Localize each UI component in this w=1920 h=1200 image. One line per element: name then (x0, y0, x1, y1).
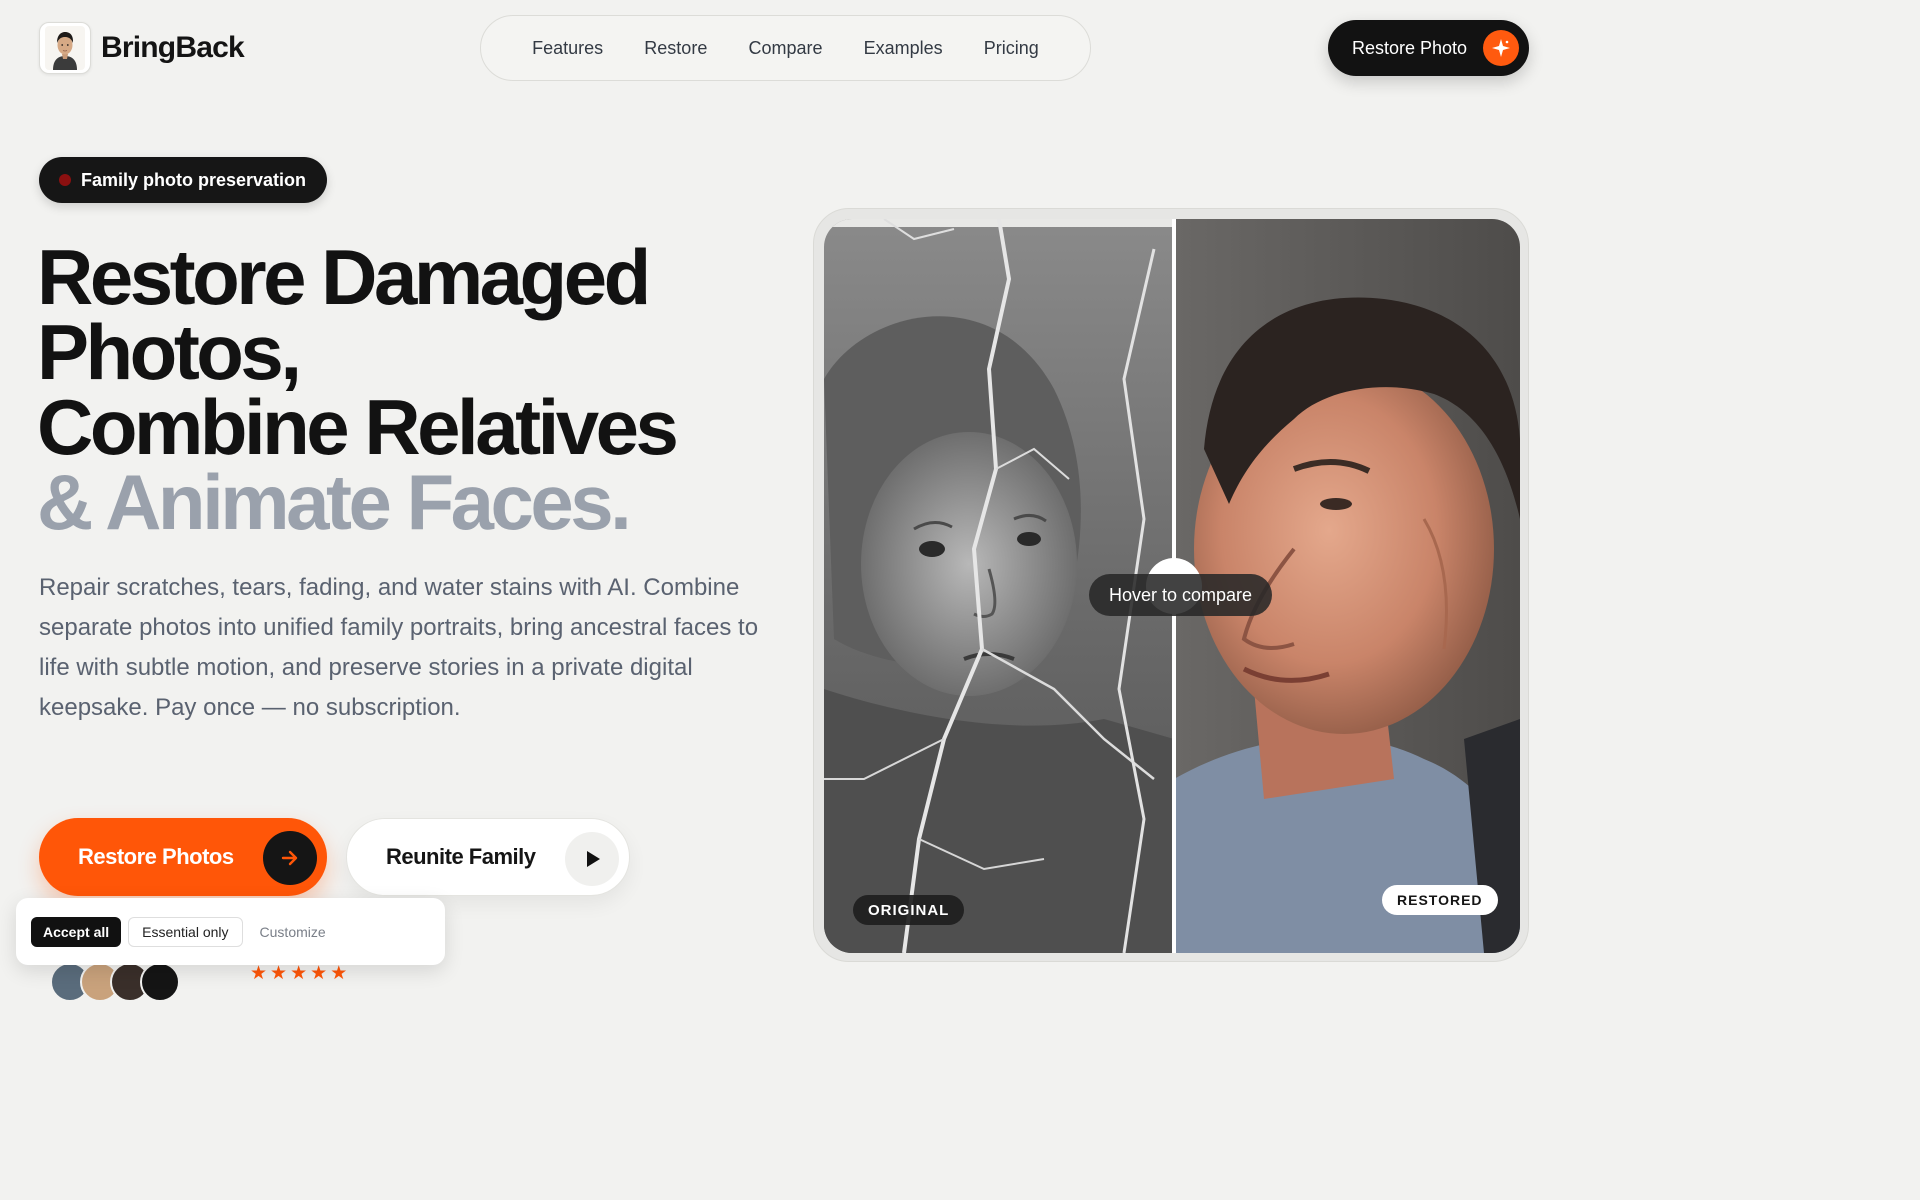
hover-to-compare-hint: Hover to compare (1089, 574, 1273, 616)
customize-link[interactable]: Customize (250, 924, 326, 940)
hero-badge-label: Family photo preservation (81, 169, 307, 190)
accept-all-button[interactable]: Accept all (31, 916, 122, 947)
play-icon (565, 832, 619, 886)
star-icon: ★ (330, 963, 348, 984)
arrow-right-icon (263, 831, 317, 885)
restore-photo-button[interactable]: Restore Photo (1328, 20, 1529, 76)
main-nav: Features Restore Compare Examples Pricin… (480, 15, 1091, 81)
essential-only-button[interactable]: Essential only (128, 916, 243, 947)
compare-card: Hover to compare ORIGINAL RESTORED (813, 208, 1529, 962)
nav-item-compare[interactable]: Compare (748, 38, 822, 59)
customer-avatars (50, 962, 180, 1002)
brand-name: BringBack (101, 31, 245, 64)
sparkle-icon (1483, 30, 1519, 66)
hero-headline: Restore Damaged Photos, Combine Relative… (37, 233, 679, 546)
nav-item-features[interactable]: Features (532, 38, 603, 59)
rating-stars: ★ ★ ★ ★ ★ (250, 962, 347, 985)
avatar (140, 962, 180, 1002)
before-after-slider[interactable]: Hover to compare ORIGINAL RESTORED (824, 219, 1520, 953)
portrait-logo-icon (39, 22, 91, 74)
reunite-family-label: Reunite Family (386, 844, 536, 869)
headline-line-3: Combine Relatives (37, 383, 679, 471)
restore-photos-label: Restore Photos (78, 844, 234, 869)
restore-photo-label: Restore Photo (1352, 37, 1468, 58)
star-icon: ★ (270, 963, 288, 984)
nav-item-restore[interactable]: Restore (644, 38, 707, 59)
brand[interactable]: BringBack (39, 22, 245, 74)
hero-description: Repair scratches, tears, fading, and wat… (39, 574, 759, 721)
badge-dot-icon (59, 174, 71, 186)
star-icon: ★ (310, 963, 328, 984)
headline-line-1: Restore Damaged (37, 233, 651, 321)
star-icon: ★ (290, 963, 308, 984)
hero-badge: Family photo preservation (39, 157, 328, 203)
nav-item-pricing[interactable]: Pricing (984, 38, 1039, 59)
original-label: ORIGINAL (853, 895, 965, 925)
headline-line-4: & Animate Faces. (37, 458, 632, 546)
restored-label: RESTORED (1382, 885, 1498, 915)
nav-item-examples[interactable]: Examples (864, 38, 943, 59)
cookie-banner: Accept all Essential only Customize (16, 898, 445, 965)
headline-line-2: Photos, (37, 308, 302, 396)
star-icon: ★ (250, 963, 268, 984)
restore-photos-button[interactable]: Restore Photos (39, 818, 327, 896)
reunite-family-button[interactable]: Reunite Family (346, 818, 630, 896)
